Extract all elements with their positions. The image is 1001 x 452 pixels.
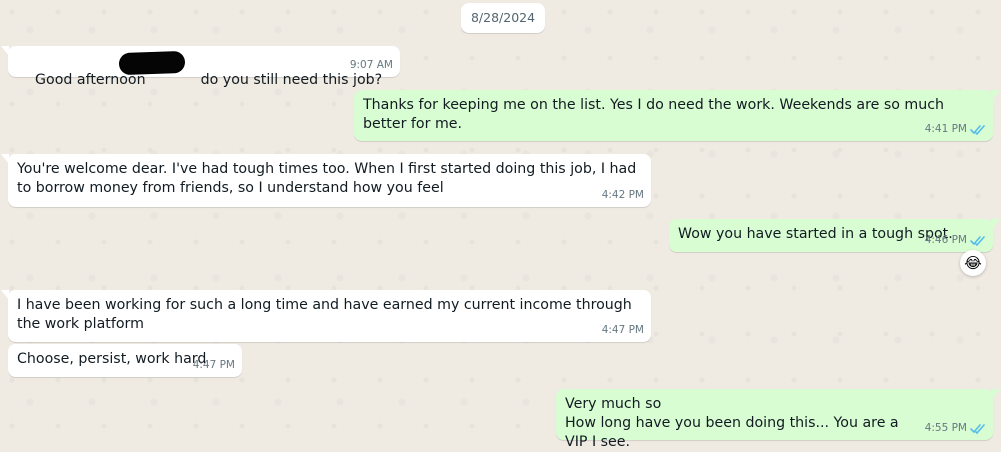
message-time: 4:47 PM [192, 359, 235, 371]
message-incoming-welcome[interactable]: You're welcome dear. I've had tough time… [1, 154, 651, 207]
message-time: 4:55 PM [924, 422, 967, 434]
message-time: 9:07 AM [349, 59, 393, 71]
message-meta: 4:41 PM [925, 122, 986, 137]
message-text-after-redaction: do you still need this job? [196, 72, 383, 88]
message-time: 4:47 PM [601, 324, 644, 336]
message-text-before-redaction: Good afternoon [35, 72, 151, 88]
message-meta: 4:46 PM [925, 233, 986, 248]
message-meta: 4:47 PM [602, 323, 644, 338]
message-text: Thanks for keeping me on the list. Yes I… [363, 97, 949, 132]
message-meta: 4:47 PM [193, 358, 235, 373]
double-check-icon [970, 125, 985, 135]
message-text: Wow you have started in a tough spot. [678, 226, 953, 242]
message-text: You're welcome dear. I've had tough time… [17, 161, 641, 196]
message-incoming-platform[interactable]: I have been working for such a long time… [1, 290, 651, 342]
message-time: 4:41 PM [924, 123, 967, 135]
message-time: 4:42 PM [601, 189, 644, 201]
message-incoming-motto[interactable]: Choose, persist, work hard 4:47 PM [8, 344, 242, 377]
message-meta: 9:07 AM [350, 58, 393, 73]
message-time: 4:46 PM [924, 234, 967, 246]
message-incoming-greeting[interactable]: Good afternoon do you still need this jo… [1, 46, 400, 88]
message-meta: 4:42 PM [602, 188, 644, 203]
double-check-icon [970, 424, 985, 434]
message-text: Very much so How long have you been doin… [565, 396, 899, 450]
message-text: I have been working for such a long time… [17, 297, 637, 332]
tears-of-joy-reaction-icon[interactable]: 😂 [960, 250, 986, 276]
message-outgoing-tough-spot[interactable]: Wow you have started in a tough spot. 4:… [669, 219, 1000, 252]
date-separator: 8/28/2024 [461, 3, 545, 33]
message-meta: 4:55 PM [925, 421, 986, 436]
redaction-mark [119, 51, 185, 75]
message-outgoing-vip[interactable]: Very much so How long have you been doin… [556, 389, 1000, 450]
double-check-icon [970, 236, 985, 246]
message-text: Choose, persist, work hard [17, 351, 207, 367]
message-outgoing-thanks[interactable]: Thanks for keeping me on the list. Yes I… [354, 90, 1000, 141]
